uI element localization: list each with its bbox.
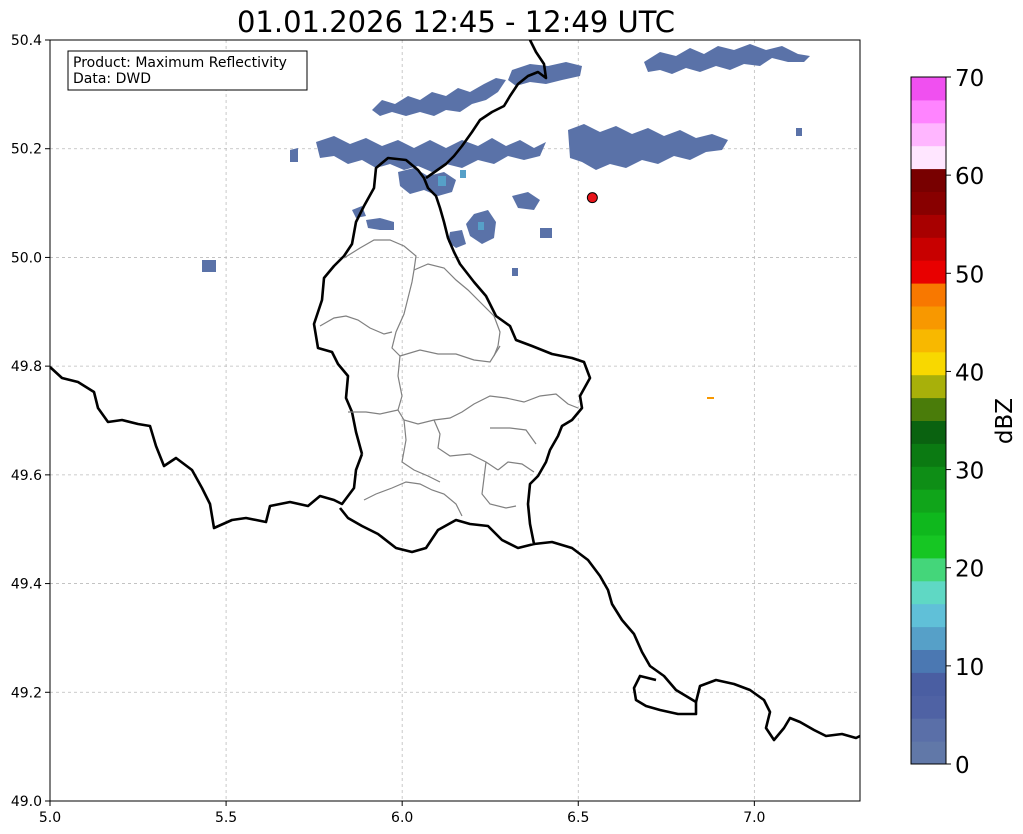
colorbar-cell	[911, 351, 946, 376]
location-marker	[586, 192, 598, 204]
colorbar-cell	[911, 168, 946, 192]
y-tick-label: 49.0	[11, 794, 42, 810]
colorbar-cell	[911, 260, 946, 284]
colorbar: 70 60 50 40 30 20 10 0 dBZ	[910, 66, 1018, 779]
colorbar-cell	[911, 122, 946, 147]
colorbar-cell	[911, 237, 946, 261]
x-tick-label: 5.5	[215, 810, 237, 826]
radar-echo-cell	[202, 260, 216, 272]
colorbar-tick-label: 60	[955, 164, 984, 190]
y-tick-label: 50.4	[11, 33, 42, 49]
x-tick-label: 6.5	[567, 810, 589, 826]
x-tick-label: 5.0	[39, 810, 61, 826]
colorbar-tick-label: 40	[955, 360, 984, 386]
colorbar-cell	[911, 718, 946, 742]
colorbar-cell	[911, 489, 946, 513]
y-tick-label: 49.4	[11, 577, 42, 593]
x-tick-label: 7.0	[743, 810, 765, 826]
colorbar-cell	[911, 306, 946, 330]
colorbar-cell	[911, 397, 946, 421]
colorbar-cell	[911, 603, 946, 628]
colorbar-cell	[911, 214, 946, 238]
colorbar-tick-label: 20	[955, 557, 984, 583]
colorbar-cell	[911, 535, 946, 559]
colorbar-cell	[911, 695, 946, 719]
colorbar-cell	[911, 191, 946, 215]
radar-map-figure: 01.01.2026 12:45 - 12:49 UTC Product: Ma…	[11, 5, 1018, 826]
colorbar-cell	[911, 557, 946, 582]
colorbar-tick-label: 0	[955, 753, 970, 779]
radar-echo-cell	[438, 176, 446, 186]
y-tick-label: 49.8	[11, 359, 42, 375]
colorbar-tick-label: 50	[955, 262, 984, 288]
info-data-text: Data: DWD	[73, 71, 151, 87]
colorbar-cell	[911, 741, 946, 765]
colorbar-cell	[911, 99, 946, 124]
map-axes: Product: Maximum Reflectivity Data: DWD	[49, 39, 861, 802]
radar-echo-cell	[540, 228, 552, 238]
colorbar-cell	[911, 649, 946, 673]
colorbar-ticks: 70 60 50 40 30 20 10 0	[946, 66, 984, 779]
colorbar-cell	[911, 626, 946, 650]
colorbar-cell	[911, 580, 946, 605]
colorbar-tick-label: 10	[955, 655, 984, 681]
colorbar-cell	[911, 374, 946, 399]
x-axis: 5.0 5.5 6.0 6.5 7.0	[39, 801, 765, 826]
colorbar-cell	[911, 443, 946, 467]
radar-echo-strong-cell	[707, 397, 714, 399]
info-product-text: Product: Maximum Reflectivity	[73, 55, 287, 71]
colorbar-tick-label: 70	[955, 66, 984, 92]
radar-echo-cell	[460, 170, 466, 178]
colorbar-cell	[911, 145, 946, 170]
radar-echo-cluster	[290, 148, 298, 162]
colorbar-tick-label: 30	[955, 459, 984, 485]
colorbar-cell	[911, 77, 946, 101]
y-tick-label: 49.6	[11, 468, 42, 484]
radar-echo-cell	[796, 128, 802, 136]
colorbar-cell	[911, 283, 946, 307]
figure-title: 01.01.2026 12:45 - 12:49 UTC	[237, 5, 675, 39]
y-axis: 50.4 50.2 50.0 49.8 49.6 49.4 49.2 49.0	[11, 33, 50, 810]
colorbar-cell	[911, 328, 946, 353]
colorbar-title: dBZ	[992, 398, 1018, 444]
colorbar-cell	[911, 466, 946, 490]
info-box: Product: Maximum Reflectivity Data: DWD	[67, 50, 308, 91]
radar-echo-cell	[512, 268, 518, 276]
y-tick-label: 50.0	[11, 250, 42, 266]
y-tick-label: 50.2	[11, 142, 42, 158]
colorbar-gradient	[911, 77, 946, 765]
radar-echo-cell	[478, 222, 484, 230]
colorbar-cell	[911, 672, 946, 696]
colorbar-cell	[911, 512, 946, 536]
x-tick-label: 6.0	[391, 810, 413, 826]
y-tick-label: 49.2	[11, 685, 42, 701]
colorbar-cell	[911, 420, 946, 444]
